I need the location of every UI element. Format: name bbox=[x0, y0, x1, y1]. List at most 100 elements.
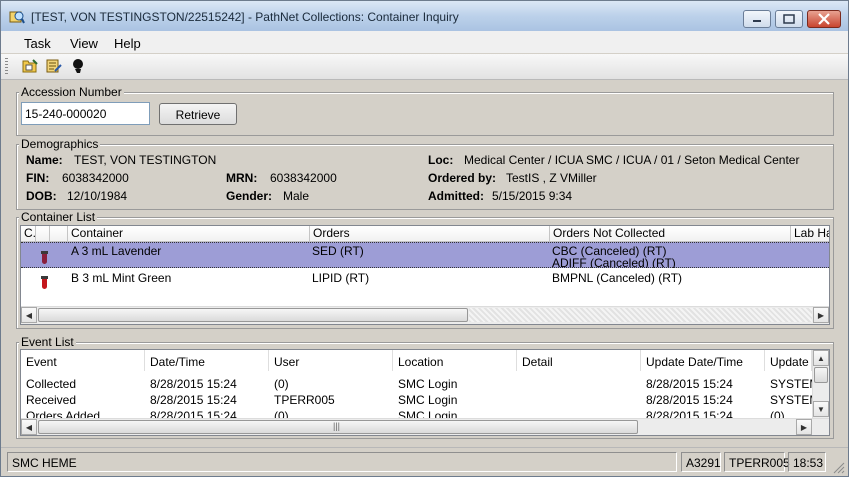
table-row[interactable]: Collected 8/28/2015 15:24 (0) SMC Login … bbox=[21, 377, 819, 392]
scroll-down-icon[interactable]: ▼ bbox=[813, 401, 829, 417]
admitted-value: 5/15/2015 9:34 bbox=[492, 189, 573, 203]
minimize-icon bbox=[753, 20, 761, 22]
thumb-grip-icon: ||| bbox=[333, 421, 341, 431]
col-header-date-time[interactable]: Date/Time bbox=[145, 350, 269, 371]
col-header-update-date-time[interactable]: Update Date/Time bbox=[641, 350, 765, 371]
container-grid: C. Container Orders Orders Not Collected… bbox=[20, 225, 830, 325]
app-icon bbox=[9, 11, 25, 24]
minimize-button[interactable] bbox=[743, 10, 771, 28]
tube-icon bbox=[41, 251, 48, 264]
title-bar[interactable]: [TEST, VON TESTINGSTON/22515242] - PathN… bbox=[1, 1, 848, 31]
tube-icon bbox=[41, 276, 48, 289]
scroll-thumb[interactable] bbox=[814, 367, 828, 383]
not-collected-cell: BMPNL (Canceled) (RT) bbox=[552, 271, 683, 285]
scroll-thumb[interactable] bbox=[38, 308, 468, 322]
name-label: Name: bbox=[26, 153, 63, 167]
open-folder-icon[interactable] bbox=[21, 57, 39, 75]
event-vertical-scrollbar[interactable]: ▲ ▼ bbox=[812, 350, 829, 418]
maximize-button[interactable] bbox=[775, 10, 803, 28]
patient-location: Medical Center / ICUA SMC / ICUA / 01 / … bbox=[464, 153, 800, 167]
admitted-label: Admitted: bbox=[428, 189, 484, 203]
dob-label: DOB: bbox=[26, 189, 57, 203]
col-header-update[interactable]: Update bbox=[765, 350, 812, 371]
status-bar: SMC HEME A3291 TPERR005 18:53 bbox=[1, 447, 848, 476]
menu-view[interactable]: View bbox=[70, 36, 98, 51]
table-row[interactable]: B 3 mL Mint Green LIPID (RT) BMPNL (Canc… bbox=[21, 268, 829, 290]
event-cell: Received bbox=[26, 393, 77, 407]
col-header-orders[interactable]: Orders bbox=[310, 226, 550, 242]
col-header-container[interactable]: Container bbox=[68, 226, 310, 242]
event-cell: Collected bbox=[26, 377, 77, 391]
maximize-icon bbox=[783, 14, 795, 24]
date-time-cell: 8/28/2015 15:24 bbox=[150, 393, 237, 407]
application-window: [TEST, VON TESTINGSTON/22515242] - PathN… bbox=[0, 0, 849, 477]
scroll-thumb[interactable]: ||| bbox=[38, 420, 638, 434]
orders-cell: LIPID (RT) bbox=[312, 271, 370, 285]
col-header-detail[interactable]: Detail bbox=[517, 350, 641, 371]
update-date-time-cell: 8/28/2015 15:24 bbox=[646, 377, 733, 391]
table-row[interactable]: A 3 mL Lavender SED (RT) CBC (Canceled) … bbox=[21, 242, 829, 270]
status-code: A3291 bbox=[681, 452, 721, 472]
resize-grip-icon[interactable] bbox=[831, 460, 845, 474]
tag-edit-icon[interactable] bbox=[45, 57, 63, 75]
accession-group: Accession Number Retrieve bbox=[16, 85, 834, 136]
scroll-right-icon[interactable]: ▶ bbox=[813, 307, 829, 323]
scroll-left-icon[interactable]: ◀ bbox=[21, 307, 37, 323]
event-list-group: Event List Event Date/Time User Location… bbox=[16, 335, 834, 439]
container-list-legend: Container List bbox=[19, 210, 98, 224]
menu-help[interactable]: Help bbox=[114, 36, 141, 51]
container-cell: A 3 mL Lavender bbox=[71, 244, 162, 258]
menu-bar: Task View Help bbox=[1, 31, 848, 53]
gender-label: Gender: bbox=[226, 189, 273, 203]
user-cell: TPERR005 bbox=[274, 393, 335, 407]
user-cell: (0) bbox=[274, 377, 289, 391]
retrieve-button[interactable]: Retrieve bbox=[159, 103, 237, 125]
col-header-location[interactable]: Location bbox=[393, 350, 517, 371]
toolbar bbox=[1, 54, 848, 80]
loc-label: Loc: bbox=[428, 153, 454, 167]
dob-value: 12/10/1984 bbox=[67, 189, 128, 203]
col-header-orders-not-collected[interactable]: Orders Not Collected bbox=[550, 226, 791, 242]
close-button[interactable] bbox=[807, 10, 841, 28]
fin-label: FIN: bbox=[26, 171, 50, 185]
event-list-legend: Event List bbox=[19, 335, 76, 349]
mrn-value: 6038342000 bbox=[270, 171, 337, 185]
accession-legend: Accession Number bbox=[19, 85, 124, 99]
container-list-group: Container List C. Container Orders Order… bbox=[16, 210, 834, 329]
gender-value: Male bbox=[283, 189, 310, 203]
scroll-up-icon[interactable]: ▲ bbox=[813, 350, 829, 366]
col-header-c[interactable]: C. bbox=[21, 226, 36, 242]
status-location: SMC HEME bbox=[7, 452, 677, 472]
status-user: TPERR005 bbox=[724, 452, 790, 472]
col-header-event[interactable]: Event bbox=[21, 350, 145, 371]
mrn-label: MRN: bbox=[226, 171, 258, 185]
event-horizontal-scrollbar[interactable]: ◀ ||| ▶ bbox=[21, 418, 829, 435]
ordered-by-value: TestIS , Z VMiller bbox=[506, 171, 597, 185]
col-header-lab-handling[interactable]: Lab Har bbox=[791, 226, 829, 242]
demographics-group: Demographics Name: TEST, VON TESTINGTON … bbox=[16, 137, 834, 210]
toolbar-grip[interactable] bbox=[5, 58, 8, 74]
scroll-left-icon[interactable]: ◀ bbox=[21, 419, 37, 435]
scroll-track[interactable] bbox=[469, 308, 812, 322]
date-time-cell: 8/28/2015 15:24 bbox=[150, 377, 237, 391]
accession-number-input[interactable] bbox=[21, 102, 150, 125]
window-title: [TEST, VON TESTINGSTON/22515242] - PathN… bbox=[31, 10, 459, 24]
scroll-right-icon[interactable]: ▶ bbox=[796, 419, 812, 435]
status-time: 18:53 bbox=[788, 452, 826, 472]
table-row[interactable]: Received 8/28/2015 15:24 TPERR005 SMC Lo… bbox=[21, 393, 819, 408]
person-head-icon[interactable] bbox=[69, 57, 87, 75]
container-horizontal-scrollbar[interactable]: ◀ ▶ bbox=[21, 306, 829, 324]
location-cell: SMC Login bbox=[398, 393, 458, 407]
col-header-spacer[interactable] bbox=[50, 226, 68, 242]
menu-task[interactable]: Task bbox=[24, 36, 51, 51]
ordered-by-label: Ordered by: bbox=[428, 171, 497, 185]
update-date-time-cell: 8/28/2015 15:24 bbox=[646, 393, 733, 407]
col-header-blank[interactable] bbox=[36, 226, 50, 242]
patient-name: TEST, VON TESTINGTON bbox=[74, 153, 217, 167]
container-cell: B 3 mL Mint Green bbox=[71, 271, 172, 285]
demographics-legend: Demographics bbox=[19, 137, 101, 151]
fin-value: 6038342000 bbox=[62, 171, 129, 185]
location-cell: SMC Login bbox=[398, 377, 458, 391]
col-header-user[interactable]: User bbox=[269, 350, 393, 371]
orders-cell: SED (RT) bbox=[312, 244, 364, 258]
